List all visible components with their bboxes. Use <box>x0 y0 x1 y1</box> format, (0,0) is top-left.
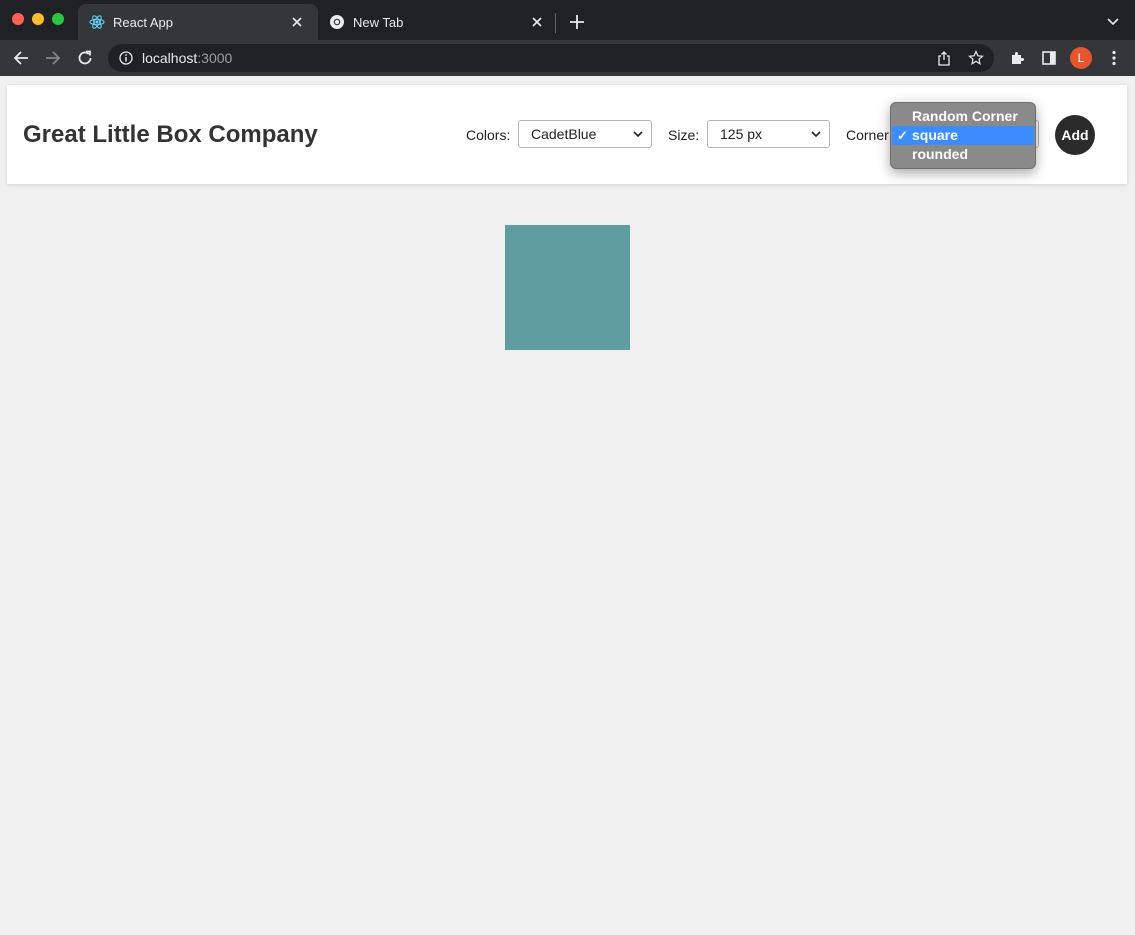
tab-new-tab[interactable]: New Tab <box>318 4 558 40</box>
react-icon <box>89 14 105 30</box>
window-close-button[interactable] <box>12 13 24 25</box>
menu-kebab-icon[interactable] <box>1104 48 1124 68</box>
reload-icon[interactable] <box>75 48 95 68</box>
window-zoom-button[interactable] <box>52 13 64 25</box>
option-label: rounded <box>912 146 968 162</box>
tab-divider <box>555 13 556 33</box>
corner-option-random[interactable]: Random Corner <box>891 107 1035 126</box>
chevron-down-icon <box>631 131 645 137</box>
avatar[interactable]: L <box>1070 47 1092 69</box>
size-select[interactable]: 125 px <box>707 120 830 148</box>
colors-label: Colors: <box>466 127 511 143</box>
side-panel-icon[interactable] <box>1039 48 1059 68</box>
checkmark-icon: ✓ <box>897 128 908 143</box>
tab-react-app[interactable]: React App <box>78 4 318 40</box>
add-button[interactable]: Add <box>1055 115 1095 155</box>
chrome-icon <box>329 14 345 30</box>
address-bar[interactable]: localhost:3000 <box>108 44 994 72</box>
page-viewport: Great Little Box Company Colors: CadetBl… <box>0 76 1135 935</box>
page-title: Great Little Box Company <box>23 121 318 148</box>
browser-toolbar: localhost:3000 L <box>0 40 1135 76</box>
share-icon[interactable] <box>936 50 952 66</box>
window-minimize-button[interactable] <box>32 13 44 25</box>
plus-icon[interactable] <box>567 12 587 32</box>
extensions-icon[interactable] <box>1007 48 1027 68</box>
size-label: Size: <box>668 127 700 143</box>
box <box>505 225 630 350</box>
colors-select-value: CadetBlue <box>531 126 597 142</box>
back-arrow-icon[interactable] <box>11 48 31 68</box>
tab-strip: React App New Tab <box>0 0 1135 42</box>
url-host: localhost <box>142 50 198 66</box>
close-icon[interactable] <box>529 14 545 30</box>
forward-arrow-icon[interactable] <box>43 48 63 68</box>
tab-title: React App <box>113 14 173 30</box>
corner-option-rounded[interactable]: rounded <box>891 145 1035 164</box>
tab-title: New Tab <box>353 14 404 30</box>
colors-select[interactable]: CadetBlue <box>518 120 652 148</box>
corner-option-square[interactable]: ✓ square <box>892 126 1034 145</box>
option-label: square <box>912 127 958 143</box>
close-icon[interactable] <box>289 14 305 30</box>
chevron-down-icon <box>809 131 823 137</box>
chevron-down-icon[interactable] <box>1104 12 1122 32</box>
corner-dropdown-menu: Random Corner ✓ square rounded <box>890 102 1036 169</box>
corner-label: Corner <box>846 127 889 143</box>
info-icon[interactable] <box>118 50 134 66</box>
size-select-value: 125 px <box>720 126 763 142</box>
option-label: Random Corner <box>912 108 1018 124</box>
url-port: :3000 <box>197 50 233 66</box>
star-icon[interactable] <box>968 50 984 66</box>
url-text: localhost:3000 <box>142 50 232 66</box>
